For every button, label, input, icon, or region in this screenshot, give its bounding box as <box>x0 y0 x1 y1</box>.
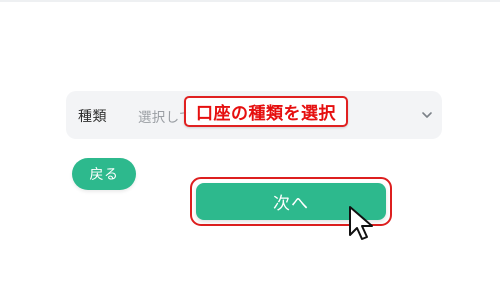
back-button-label: 戻る <box>89 167 119 183</box>
mouse-pointer-icon <box>349 206 373 240</box>
annotation-text: 口座の種類を選択 <box>196 104 336 124</box>
select-label: 種類 <box>78 109 107 125</box>
back-button[interactable]: 戻る <box>72 158 136 190</box>
chevron-down-icon[interactable] <box>420 108 434 122</box>
next-button-label: 次へ <box>273 194 309 214</box>
top-divider <box>0 0 500 2</box>
annotation-callout: 口座の種類を選択 <box>184 96 348 127</box>
